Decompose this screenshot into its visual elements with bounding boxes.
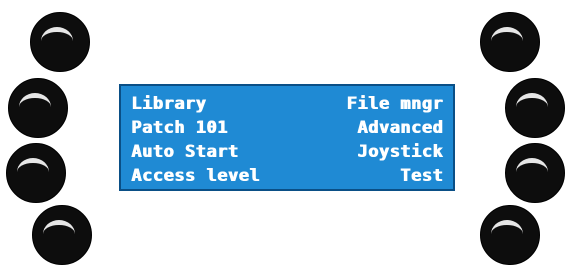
knob-highlight-icon: [43, 220, 75, 234]
menu-item-test[interactable]: Test: [400, 164, 443, 188]
menu-item-joystick[interactable]: Joystick: [357, 140, 443, 164]
menu-item-access-level[interactable]: Access level: [131, 164, 260, 188]
menu-row-2: Patch 101 Advanced: [131, 116, 443, 140]
menu-row-1: Library File mngr: [131, 92, 443, 116]
knob-highlight-icon: [17, 158, 49, 172]
knob-right-2[interactable]: [505, 78, 565, 138]
menu-item-auto-start[interactable]: Auto Start: [131, 140, 238, 164]
knob-highlight-icon: [491, 220, 523, 234]
knob-left-2[interactable]: [8, 78, 68, 138]
knob-left-3[interactable]: [6, 143, 66, 203]
knob-right-4[interactable]: [480, 205, 540, 265]
knob-left-4[interactable]: [32, 205, 92, 265]
menu-item-patch[interactable]: Patch 101: [131, 116, 228, 140]
menu-row-4: Access level Test: [131, 164, 443, 188]
knob-right-1[interactable]: [480, 12, 540, 72]
knob-highlight-icon: [516, 158, 548, 172]
menu-row-3: Auto Start Joystick: [131, 140, 443, 164]
knob-highlight-icon: [491, 27, 523, 41]
knob-highlight-icon: [19, 93, 51, 107]
knob-right-3[interactable]: [505, 143, 565, 203]
knob-highlight-icon: [41, 27, 73, 41]
menu-item-library[interactable]: Library: [131, 92, 206, 116]
knob-highlight-icon: [516, 93, 548, 107]
menu-item-advanced[interactable]: Advanced: [357, 116, 443, 140]
knob-left-1[interactable]: [30, 12, 90, 72]
menu-item-file-mngr[interactable]: File mngr: [346, 92, 443, 116]
lcd-display: Library File mngr Patch 101 Advanced Aut…: [119, 84, 455, 191]
